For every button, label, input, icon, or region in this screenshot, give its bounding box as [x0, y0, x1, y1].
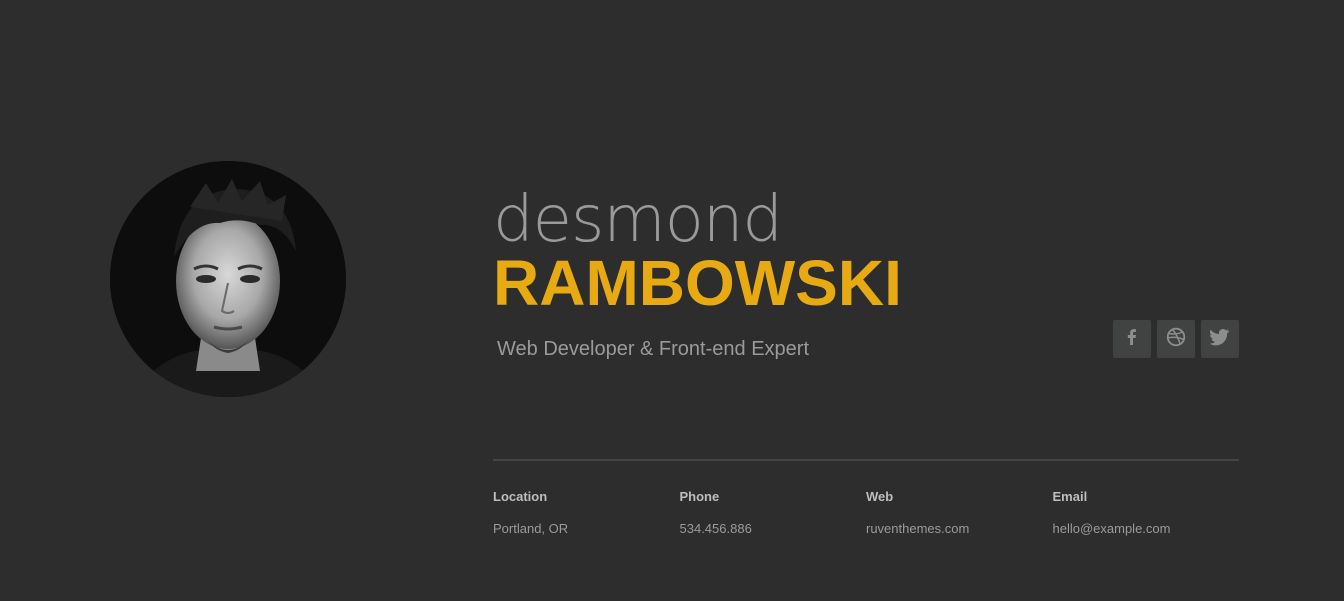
info-value: 534.456.886	[679, 521, 752, 536]
facebook-icon	[1123, 328, 1141, 351]
dribbble-button[interactable]	[1157, 320, 1195, 358]
facebook-button[interactable]	[1113, 320, 1151, 358]
social-links	[1113, 320, 1239, 358]
twitter-icon	[1209, 328, 1230, 351]
info-label: Web	[866, 489, 894, 504]
profile-photo	[110, 161, 346, 397]
info-email: Email hello@example.com	[1053, 488, 1240, 538]
info-location: Location Portland, OR	[493, 488, 680, 538]
info-phone: Phone 534.456.886	[680, 488, 867, 538]
section-divider	[493, 459, 1239, 461]
job-title: Web Developer & Front-end Expert	[497, 338, 810, 360]
info-value: Portland, OR	[493, 521, 569, 536]
twitter-button[interactable]	[1201, 320, 1239, 358]
contact-info: Location Portland, OR Phone 534.456.886 …	[493, 488, 1239, 538]
info-label: Location	[493, 489, 548, 504]
last-name: RAMBOWSKI	[493, 247, 902, 319]
info-web: Web ruventhemes.com	[866, 488, 1053, 538]
dribbble-icon	[1166, 327, 1186, 352]
info-label: Email	[1052, 489, 1088, 504]
info-label: Phone	[679, 489, 720, 504]
email-link[interactable]: hello@example.com	[1053, 520, 1240, 538]
website-link[interactable]: ruventhemes.com	[866, 520, 1053, 538]
